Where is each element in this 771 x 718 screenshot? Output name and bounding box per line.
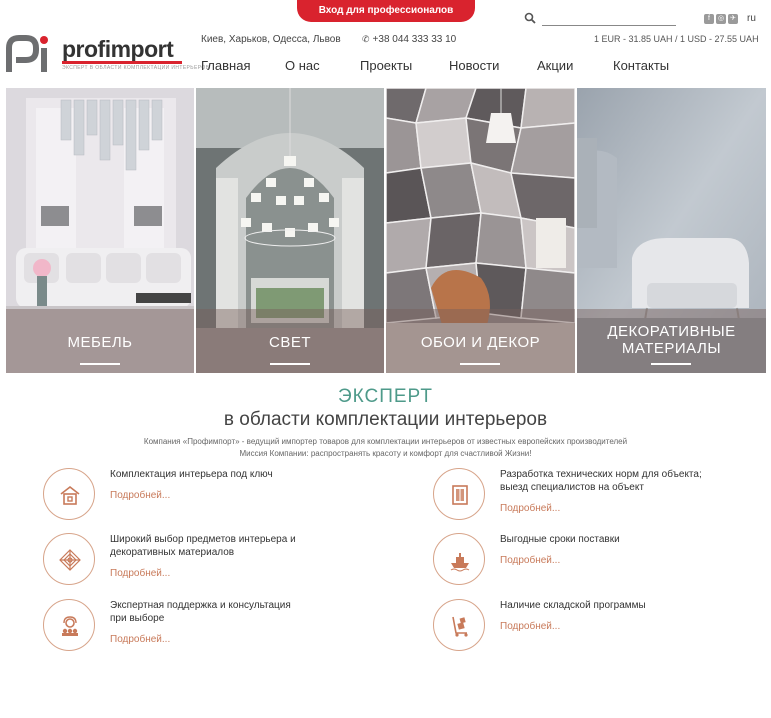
tile-underline — [270, 363, 310, 365]
social-links: f ◎ ✈ — [704, 14, 738, 24]
tile-label: ДЕКОРАТИВНЫЕ МАТЕРИАЛЫ — [577, 323, 766, 357]
main-nav: Главная О нас Проекты Новости Акции Конт… — [0, 58, 771, 76]
tile-underline — [651, 363, 691, 365]
feature-icon-circle — [43, 533, 95, 585]
tile-label-line1: ДЕКОРАТИВНЫЕ — [607, 323, 736, 340]
tile-lighting[interactable]: СВЕТ — [196, 88, 384, 373]
tile-decorative-materials[interactable]: ДЕКОРАТИВНЫЕ МАТЕРИАЛЫ — [577, 88, 766, 373]
feature-technical-norms: Разработка технических норм для объекта;… — [433, 468, 753, 528]
nav-item-contacts[interactable]: Контакты — [613, 58, 669, 73]
expert-subtitle: в области комплектации интерьеров — [223, 409, 548, 430]
feature-title-line2: выезд специалистов на объект — [500, 482, 644, 493]
feature-more-link[interactable]: Подробней... — [500, 503, 560, 514]
feature-icon-circle — [433, 468, 485, 520]
feature-title: Широкий выбор предметов интерьера и деко… — [110, 533, 370, 559]
feature-icon-circle — [433, 533, 485, 585]
expert-desc-line1: Компания «Профимпорт» - ведущий импортер… — [143, 437, 628, 446]
feature-more-link[interactable]: Подробней... — [110, 568, 170, 579]
feature-more-link[interactable]: Подробней... — [110, 634, 170, 645]
phone-icon: ✆ — [362, 34, 370, 44]
feature-title: Комплектация интерьера под ключ — [110, 469, 273, 480]
feature-title-line1: Экспертная поддержка и консультация — [110, 600, 291, 611]
search-icon[interactable] — [524, 12, 536, 24]
phone[interactable]: ✆ +38 044 333 33 10 — [362, 34, 456, 45]
feature-title: Разработка технических норм для объекта;… — [500, 468, 760, 494]
pattern-icon — [59, 549, 81, 571]
tile-label-line2: МАТЕРИАЛЫ — [621, 340, 722, 357]
pro-login-button[interactable]: Вход для профессионалов — [297, 0, 475, 22]
cities-text: Киев, Харьков, Одесса, Львов — [201, 34, 341, 45]
feature-turnkey: Комплектация интерьера под ключ Подробне… — [43, 468, 363, 528]
feature-warehouse-program: Наличие складской программы Подробней... — [433, 599, 753, 659]
expert-description: Компания «Профимпорт» - ведущий импортер… — [0, 436, 771, 460]
site-header: Вход для профессионалов profimport ЭКСПЕ… — [0, 0, 771, 88]
nav-item-promotions[interactable]: Акции — [537, 58, 573, 73]
ship-icon — [450, 553, 470, 572]
support-icon — [62, 616, 78, 636]
tile-label: МЕБЕЛЬ — [67, 334, 133, 351]
feature-icon-circle — [43, 599, 95, 651]
feature-more-link[interactable]: Подробней... — [500, 621, 560, 632]
phone-number: +38 044 333 33 10 — [372, 34, 457, 45]
feature-title-line1: Разработка технических норм для объекта; — [500, 469, 702, 480]
instagram-icon[interactable]: ◎ — [716, 14, 726, 24]
cart-icon — [452, 616, 468, 637]
feature-title-line1: Широкий выбор предметов интерьера и — [110, 534, 296, 545]
category-tiles: МЕБЕЛЬ СВЕТ ОБОИ И ДЕКОР ДЕКОРАТИВНЫЕ МА… — [6, 88, 766, 373]
facebook-icon[interactable]: f — [704, 14, 714, 24]
feature-icon-circle — [43, 468, 95, 520]
feature-title: Выгодные сроки поставки — [500, 534, 620, 545]
telegram-icon[interactable]: ✈ — [728, 14, 738, 24]
tile-label: СВЕТ — [268, 334, 311, 351]
feature-more-link[interactable]: Подробней... — [500, 555, 560, 566]
nav-item-news[interactable]: Новости — [449, 58, 499, 73]
nav-item-projects[interactable]: Проекты — [360, 58, 412, 73]
tile-wallpaper-decor[interactable]: ОБОИ И ДЕКОР — [386, 88, 575, 373]
feature-title-line2: декоративных материалов — [110, 547, 235, 558]
search-input[interactable] — [542, 12, 676, 26]
expert-desc-line2: Миссия Компании: распространять красоту … — [239, 449, 532, 458]
language-switch[interactable]: ru — [747, 13, 756, 24]
feature-icon-circle — [433, 599, 485, 651]
nav-item-home[interactable]: Главная — [201, 58, 250, 73]
feature-title: Наличие складской программы — [500, 600, 646, 611]
nav-item-about[interactable]: О нас — [285, 58, 320, 73]
tile-furniture[interactable]: МЕБЕЛЬ — [6, 88, 194, 373]
door-icon — [452, 485, 468, 505]
currency-rates: 1 EUR - 31.85 UAH / 1 USD - 27.55 UAH — [594, 34, 759, 44]
feature-title-line2: при выборе — [110, 613, 165, 624]
feature-delivery-terms: Выгодные сроки поставки Подробней... — [433, 533, 753, 593]
feature-expert-support: Экспертная поддержка и консультация при … — [43, 599, 363, 659]
feature-wide-choice: Широкий выбор предметов интерьера и деко… — [43, 533, 363, 593]
house-icon — [60, 485, 80, 505]
feature-title: Экспертная поддержка и консультация при … — [110, 599, 370, 625]
tile-underline — [460, 363, 500, 365]
feature-more-link[interactable]: Подробней... — [110, 490, 170, 501]
expert-title: ЭКСПЕРТ — [338, 386, 433, 407]
tile-underline — [80, 363, 120, 365]
tile-label: ОБОИ И ДЕКОР — [420, 334, 541, 351]
